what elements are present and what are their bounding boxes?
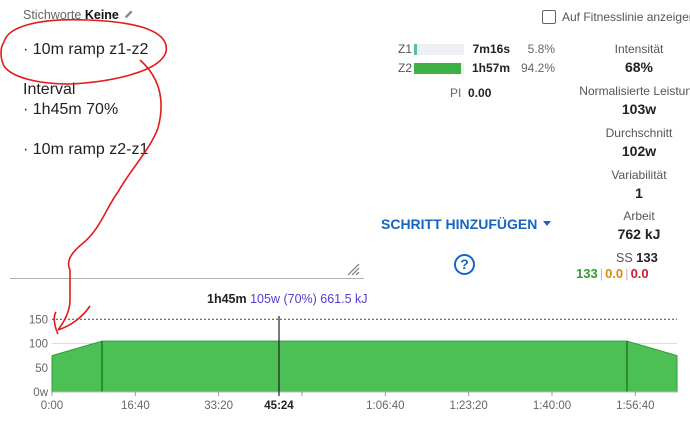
- power-chart[interactable]: 150 100 50 0w0:00 16:40 33:20 1:06:40 1:23:20 1:…: [0, 0, 690, 436]
- x-tick-label: 1:40:00: [533, 400, 571, 412]
- y-tick-label: 150: [29, 314, 48, 326]
- x-tick-label: 0:00: [41, 400, 63, 412]
- y-tick-label: 0w: [33, 387, 48, 399]
- x-tick-label: 1:23:20: [449, 400, 487, 412]
- cursor-time-label: 45:24: [264, 400, 294, 412]
- x-tick-label: 1:56:40: [616, 400, 654, 412]
- y-tick-label: 100: [29, 339, 48, 351]
- workout-area: [51, 340, 678, 393]
- y-tick-label: 50: [35, 363, 48, 375]
- x-tick-label: 33:20: [204, 400, 233, 412]
- x-tick-label: 16:40: [121, 400, 150, 412]
- x-tick-label: 1:06:40: [366, 400, 404, 412]
